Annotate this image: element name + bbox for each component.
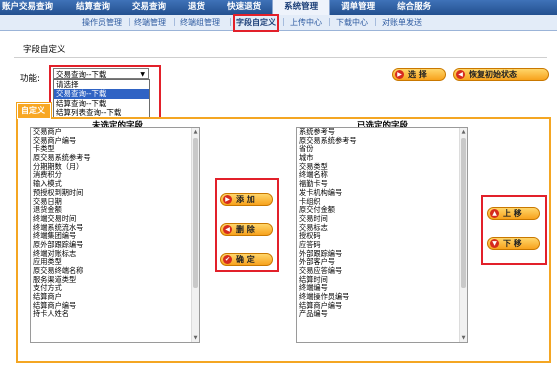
selected-fields-list[interactable]: 系统参考号 原交易系统参考号 省份 城市 交易类型 终端名称 福勤卡号 发卡机构编号 卡组织 原交… (296, 127, 468, 343)
subnav-terminal-group-management[interactable]: 终端组管理 (180, 17, 220, 28)
nav-general-services[interactable]: 综合服务 (386, 0, 442, 15)
highlight-frame-move (481, 195, 547, 265)
list-item[interactable]: 持卡人姓名 (31, 310, 199, 319)
tab-custom[interactable]: 自定义 (18, 104, 50, 118)
arrow-left-icon: ◀ (456, 70, 465, 79)
scroll-thumb[interactable] (193, 138, 198, 288)
subnav-operator-management[interactable]: 操作员管理 (82, 17, 122, 28)
scrollbar-vertical[interactable]: ▲ ▼ (191, 128, 199, 342)
arrow-right-icon: ▶ (395, 70, 404, 79)
highlight-frame-subnav (233, 14, 279, 32)
scroll-down-icon[interactable]: ▼ (192, 334, 199, 342)
select-button[interactable]: ▶ 选 择 (392, 68, 446, 81)
highlight-frame-actions (215, 178, 279, 272)
subnav-upload-center[interactable]: 上传中心 (290, 17, 322, 28)
top-nav: 账户交易查询 结算查询 交易查询 退货 快速退货 系统管理 调单管理 综合服务 (0, 0, 557, 15)
subnav-separator: | (128, 17, 131, 26)
function-label: 功能: (20, 74, 40, 84)
subnav-separator: | (374, 17, 377, 26)
nav-retrieval-management[interactable]: 调单管理 (330, 0, 386, 15)
nav-settlement-query[interactable]: 结算查询 (65, 0, 121, 15)
title-divider (14, 57, 547, 58)
nav-refund[interactable]: 退货 (177, 0, 216, 15)
scrollbar-vertical[interactable]: ▲ ▼ (459, 128, 467, 342)
available-fields-list[interactable]: 交易商户 交易商户编号 卡类型 原交易系统参考号 分期期数（月） 消费积分 输入模式 预授权到… (30, 127, 200, 343)
nav-account-query[interactable]: 账户交易查询 (0, 0, 65, 15)
subnav-separator: | (282, 17, 285, 26)
subnav-separator: | (229, 17, 232, 26)
list-item[interactable]: 原交易系统参考号 (297, 136, 467, 146)
nav-transaction-query[interactable]: 交易查询 (121, 0, 177, 15)
nav-quick-refund[interactable]: 快速退货 (216, 0, 272, 15)
list-item[interactable]: 交易商户编号 (31, 136, 199, 146)
subnav-separator: | (328, 17, 331, 26)
list-item[interactable]: 交易标志 (297, 223, 467, 233)
scroll-thumb[interactable] (461, 138, 466, 288)
list-item[interactable]: 省份 (297, 145, 467, 154)
list-item[interactable]: 发卡机构编号 (297, 188, 467, 198)
scroll-down-icon[interactable]: ▼ (460, 334, 467, 342)
list-item[interactable]: 产品编号 (297, 310, 467, 319)
nav-system-management[interactable]: 系统管理 (272, 0, 331, 15)
scroll-up-icon[interactable]: ▲ (460, 128, 467, 136)
list-item[interactable]: 授权码 (297, 232, 467, 241)
page-title: 字段自定义 (23, 45, 66, 55)
subnav-download-center[interactable]: 下载中心 (336, 17, 368, 28)
subnav-statement-send[interactable]: 对账单发送 (382, 17, 422, 28)
subnav-terminal-management[interactable]: 终端管理 (134, 17, 166, 28)
scroll-up-icon[interactable]: ▲ (192, 128, 199, 136)
subnav-separator: | (173, 17, 176, 26)
restore-default-button[interactable]: ◀ 恢复初始状态 (453, 68, 549, 81)
highlight-frame-function (49, 65, 161, 120)
